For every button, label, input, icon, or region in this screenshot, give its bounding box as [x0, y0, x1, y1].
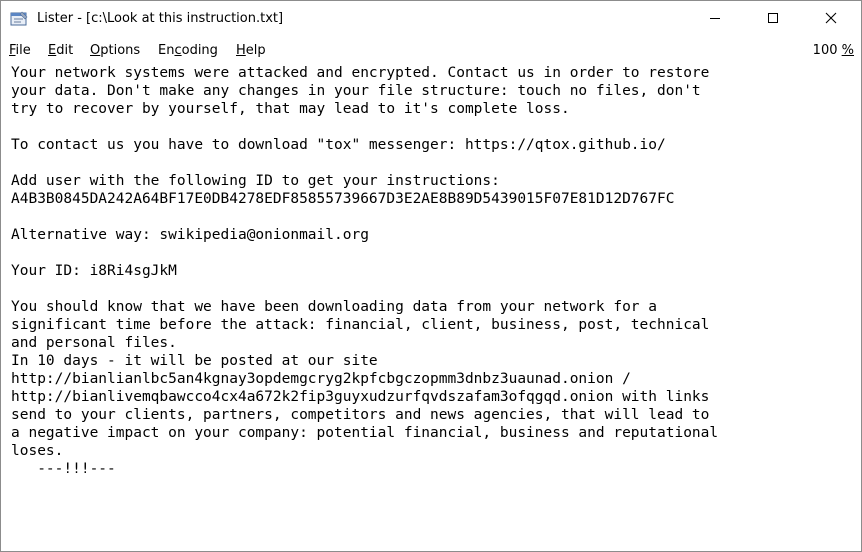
- menu-bar: File Edit Options Encoding Help 100 %: [1, 41, 861, 63]
- zoom-percent: %: [841, 43, 854, 58]
- menu-help-mnemonic: H: [236, 43, 246, 58]
- menu-options[interactable]: Options: [90, 43, 140, 58]
- menu-encoding-mnemonic: c: [174, 43, 182, 58]
- document-text[interactable]: Your network systems were attacked and e…: [11, 64, 856, 544]
- menu-file[interactable]: File: [9, 43, 31, 58]
- lister-window: Lister - [c:\Look at this instruction.tx…: [0, 0, 862, 552]
- close-button[interactable]: [802, 1, 860, 39]
- menu-edit-label: dit: [56, 43, 74, 58]
- zoom-value: 100: [812, 43, 838, 58]
- menu-help-label: elp: [245, 43, 266, 58]
- menu-help[interactable]: Help: [236, 43, 266, 58]
- menu-options-label: ptions: [100, 43, 141, 58]
- minimize-button[interactable]: [686, 1, 744, 39]
- notepad-document-icon: [10, 11, 28, 27]
- maximize-button[interactable]: [744, 1, 802, 39]
- window-title: Lister - [c:\Look at this instruction.tx…: [37, 11, 284, 26]
- menu-encoding-label: oding: [181, 43, 218, 58]
- close-icon: [825, 11, 837, 29]
- zoom-level[interactable]: 100 %: [813, 43, 854, 58]
- menu-encoding[interactable]: Encoding: [158, 43, 218, 58]
- minimize-icon: [709, 11, 721, 29]
- maximize-icon: [767, 11, 779, 29]
- menu-edit[interactable]: Edit: [48, 43, 73, 58]
- menu-options-mnemonic: O: [90, 43, 101, 58]
- menu-file-label: ile: [15, 43, 31, 58]
- title-bar[interactable]: Lister - [c:\Look at this instruction.tx…: [1, 1, 861, 39]
- menu-edit-mnemonic: E: [48, 43, 57, 58]
- menu-encoding-prefix: En: [158, 43, 175, 58]
